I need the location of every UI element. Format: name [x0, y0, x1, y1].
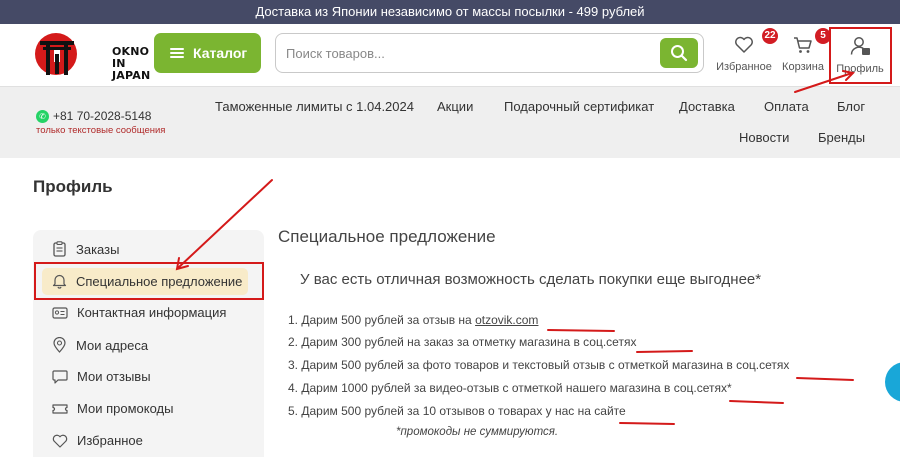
list-item: 5. Дарим 500 рублей за 10 отзывов о това… [288, 404, 626, 418]
announcement-text: Доставка из Японии независимо от массы п… [255, 4, 645, 19]
favorites-badge: 22 [762, 28, 778, 44]
offer-lead-text: У вас есть отличная возможность сделать … [300, 271, 762, 288]
list-item: 3. Дарим 500 рублей за фото товаров и те… [288, 358, 790, 372]
section-title: Специальное предложение [278, 227, 496, 246]
ticket-icon [52, 403, 68, 414]
catalog-button-label: Каталог [193, 45, 248, 61]
nav-link-payment[interactable]: Оплата [764, 99, 809, 114]
search-icon [671, 45, 688, 62]
nav-link-brands[interactable]: Бренды [818, 130, 865, 145]
nav-link-news[interactable]: Новости [739, 130, 789, 145]
sidebar-item-favorites[interactable]: Избранное [52, 433, 143, 448]
location-pin-icon [53, 337, 66, 353]
annotation-underline-3 [796, 377, 854, 381]
sidebar-item-label: Избранное [77, 433, 143, 448]
annotation-underline-5 [619, 422, 675, 425]
nav-link-promotions[interactable]: Акции [437, 99, 473, 114]
site-header: OKNO IN JAPAN Каталог 22 Избранное 5 Кор… [0, 24, 900, 86]
orders-icon [53, 241, 66, 257]
annotation-underline-4 [729, 400, 784, 404]
sidebar-item-promocodes[interactable]: Мои промокоды [52, 401, 173, 416]
search-button[interactable] [660, 38, 698, 68]
logo-text-line-1: OKNO IN [112, 45, 150, 70]
sidebar-item-orders[interactable]: Заказы [52, 241, 119, 257]
list-item: 4. Дарим 1000 рублей за видео-отзыв с от… [288, 381, 732, 395]
id-card-icon [52, 306, 68, 319]
list-item: 2. Дарим 300 рублей на заказ за отметку … [288, 335, 637, 349]
phone-contact[interactable]: ✆ +81 70-2028-5148 [36, 109, 151, 123]
menu-icon [170, 48, 184, 58]
page-title: Профиль [33, 177, 113, 196]
site-logo[interactable]: OKNO IN JAPAN [34, 32, 150, 82]
heart-icon [52, 434, 68, 448]
sidebar-item-addresses[interactable]: Мои адреса [52, 337, 148, 353]
cart-link[interactable]: 5 Корзина [780, 28, 831, 73]
favorites-label: Избранное [716, 61, 772, 73]
cart-icon [794, 37, 812, 53]
cart-label: Корзина [782, 61, 824, 73]
nav-link-customs-limits[interactable]: Таможенные лимиты с 1.04.2024 [215, 99, 414, 114]
sidebar-item-label: Мои адреса [76, 337, 149, 353]
sidebar-item-label: Заказы [76, 241, 120, 257]
profile-highlight-box [829, 27, 892, 84]
favorites-link[interactable]: 22 Избранное [714, 28, 778, 73]
list-item: 1. Дарим 500 рублей за отзыв на otzovik.… [288, 313, 538, 327]
search-input[interactable] [286, 43, 646, 63]
logo-text: OKNO IN JAPAN [112, 46, 150, 82]
annotation-underline-1 [547, 329, 615, 332]
search-bar [275, 33, 704, 73]
nav-link-gift-certificate[interactable]: Подарочный сертификат [504, 99, 654, 114]
nav-link-delivery[interactable]: Доставка [679, 99, 735, 114]
sidebar-item-label: Контактная информация [77, 305, 227, 320]
nav-link-blog[interactable]: Блог [837, 99, 865, 114]
sidebar-item-contact-info[interactable]: Контактная информация [52, 305, 226, 320]
sidebar-highlight-box [34, 262, 264, 300]
chat-bubble-icon [52, 370, 68, 384]
chat-widget-button[interactable] [885, 362, 900, 402]
promo-note: *промокоды не суммируются. [396, 426, 559, 438]
phone-number: +81 70-2028-5148 [53, 109, 152, 123]
logo-text-line-2: JAPAN [112, 69, 151, 82]
offer-item-text: 1. Дарим 500 рублей за отзыв на [288, 313, 476, 327]
heart-icon [735, 36, 753, 53]
sidebar-item-label: Мои отзывы [77, 369, 151, 384]
announcement-bar: Доставка из Японии независимо от массы п… [0, 0, 900, 24]
whatsapp-icon: ✆ [36, 109, 49, 123]
logo-mark-icon [35, 33, 77, 75]
sidebar-item-reviews[interactable]: Мои отзывы [52, 369, 151, 384]
phone-note: только текстовые сообщения [36, 125, 166, 136]
annotation-underline-2 [636, 350, 693, 353]
otzovik-link[interactable]: otzovik.com [475, 313, 538, 327]
catalog-button[interactable]: Каталог [154, 33, 261, 73]
sidebar-item-label: Мои промокоды [77, 401, 174, 416]
main-nav: ✆ +81 70-2028-5148 только текстовые сооб… [0, 86, 900, 158]
